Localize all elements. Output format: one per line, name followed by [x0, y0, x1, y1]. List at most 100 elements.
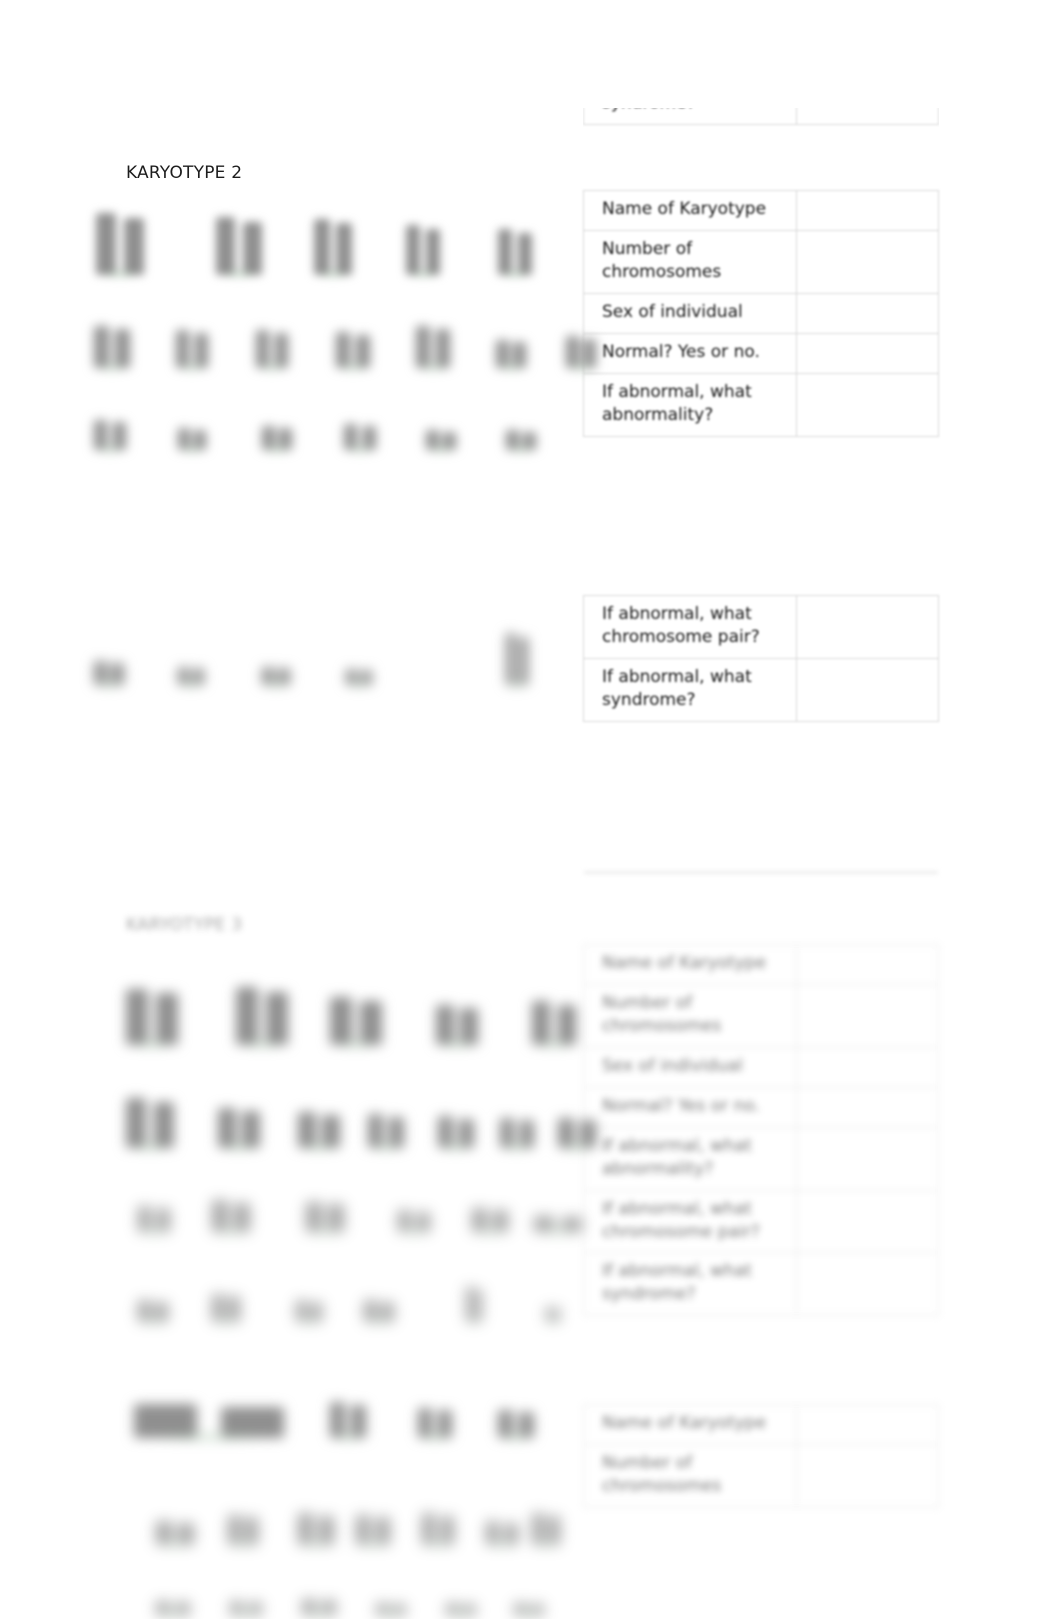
answer-cell-number-of-chromosomes[interactable]	[795, 983, 940, 1048]
chromosome-pair	[422, 1513, 454, 1549]
chromosome-stain-tint	[302, 1142, 336, 1152]
chromosome-pair	[296, 1300, 322, 1326]
table-row: syndrome?	[583, 108, 939, 125]
chromosome-stain-tint	[141, 1226, 167, 1236]
chromosome-pair	[306, 1202, 344, 1236]
table-row: Sex of individual	[583, 1046, 940, 1088]
chromatid-left	[330, 997, 352, 1045]
table-edge-rule	[584, 871, 938, 874]
chromosome-stain-tint	[141, 1316, 165, 1326]
table-row: Sex of individual	[583, 292, 940, 334]
question-label-normal: Normal? Yes or no.	[583, 332, 797, 374]
chromosome-stain-tint	[222, 1142, 256, 1152]
chromosome-stain-tint	[309, 1226, 341, 1236]
chromosome-pair	[532, 1513, 560, 1549]
table-row: If abnormal, what syndrome?	[583, 657, 940, 722]
chromosome-stain-tint	[131, 1039, 173, 1049]
chromosome-stain-tint	[159, 1609, 187, 1619]
chromosome-stain-tint	[401, 1226, 427, 1236]
question-label-abnormality: If abnormal, what abnormality?	[583, 372, 797, 437]
answer-cell-name-of-karyotype[interactable]	[795, 190, 940, 231]
chromosome-row	[108, 1368, 598, 1442]
answer-cell-sex-of-individual[interactable]	[795, 1046, 940, 1088]
chromosome-pair	[376, 1603, 406, 1619]
chromosome-stain-tint	[517, 1609, 541, 1619]
chromatid-left	[126, 989, 148, 1045]
table-row: If abnormal, what abnormality?	[583, 1126, 940, 1191]
chromosome-pair	[298, 1112, 340, 1152]
chromosome-stain-tint	[298, 1316, 320, 1326]
worksheet-page: syndrome? KARYOTYPE 2 Name of Karyotype …	[0, 0, 1062, 1619]
chromosome-stain-tint	[421, 1432, 449, 1442]
chromosome-pair	[500, 1118, 534, 1152]
chromosome-pair	[486, 1521, 518, 1549]
table-row: Normal? Yes or no.	[583, 332, 940, 374]
chromosome-pair	[126, 1098, 174, 1152]
question-label-chromosome-pair: If abnormal, what chromosome pair?	[583, 1189, 797, 1254]
question-label-abnormality: If abnormal, what abnormality?	[583, 1126, 797, 1191]
chromosome-stain-tint	[440, 1039, 474, 1049]
answer-cell-name-of-karyotype[interactable]	[795, 944, 940, 985]
question-label-number-of-chromosomes: Number of chromosomes	[583, 983, 797, 1048]
table-karyotype-4: Name of Karyotype Number of chromosomes	[583, 1404, 940, 1508]
chromosome-stain-tint	[149, 1432, 269, 1442]
chromatid-left	[236, 987, 258, 1045]
question-label-syndrome: If abnormal, what syndrome?	[583, 1252, 797, 1317]
answer-cell-syndrome[interactable]	[795, 1252, 940, 1317]
chromosome-pair	[330, 997, 382, 1049]
chromosome-pair	[398, 1210, 430, 1236]
chromosome-pair	[356, 1515, 390, 1549]
chromosome-row	[108, 1252, 598, 1326]
table-row: Number of chromosomes	[583, 1443, 940, 1508]
chromosome-stain-tint	[379, 1609, 403, 1619]
chromosome-stain-tint	[367, 1316, 391, 1326]
question-label-chromosome-pair: If abnormal, what chromosome pair?	[583, 595, 797, 659]
answer-cell-number-of-chromosomes[interactable]	[795, 229, 940, 294]
chromosome-pair	[212, 1200, 250, 1236]
chromosome-stain-tint	[536, 1039, 572, 1049]
question-label: syndrome?	[583, 108, 797, 125]
chromosome-pair	[230, 1601, 262, 1619]
chromosome-pair	[472, 1208, 508, 1236]
chromosome-pair	[156, 1521, 194, 1549]
answer-cell-name-of-karyotype[interactable]	[795, 1404, 940, 1445]
chromosome-pair	[236, 987, 288, 1049]
chromatid-left	[126, 1098, 146, 1148]
question-label-syndrome: If abnormal, what syndrome?	[583, 657, 797, 722]
answer-cell[interactable]	[795, 108, 939, 125]
chromosome-stain-tint	[503, 1142, 531, 1152]
chromosome-pair	[534, 1216, 582, 1236]
answer-cell-normal[interactable]	[795, 1086, 940, 1128]
chromosome-pair	[218, 1108, 260, 1152]
chromosome-pair	[498, 1410, 534, 1442]
answer-cell-normal[interactable]	[795, 332, 940, 374]
chromosome-pair	[438, 1116, 474, 1152]
chromosome-stain-tint	[467, 1316, 481, 1326]
chromosome-stain-tint	[561, 1142, 593, 1152]
chromosome-stain-tint	[214, 1316, 238, 1326]
chromosome-pair	[514, 1603, 544, 1619]
answer-cell-chromosome-pair[interactable]	[795, 595, 940, 659]
answer-cell-syndrome[interactable]	[795, 657, 940, 722]
table-row: If abnormal, what syndrome?	[583, 1252, 940, 1317]
table-karyotype-2-lower: If abnormal, what chromosome pair? If ab…	[583, 595, 940, 722]
chromosome-pair	[212, 1294, 240, 1326]
answer-cell-number-of-chromosomes[interactable]	[795, 1443, 940, 1508]
chromosome-row	[108, 1078, 598, 1152]
question-label-sex-of-individual: Sex of individual	[583, 292, 797, 334]
answer-cell-abnormality[interactable]	[795, 372, 940, 437]
chromosome-pair	[302, 1599, 336, 1619]
answer-cell-abnormality[interactable]	[795, 1126, 940, 1191]
chromosome-pair	[330, 1402, 366, 1442]
chromosome-pair	[446, 1603, 476, 1619]
chromosome-pair	[466, 1286, 482, 1326]
chromosome-stain-tint	[449, 1609, 473, 1619]
table-row: If abnormal, what abnormality?	[583, 372, 940, 437]
answer-cell-sex-of-individual[interactable]	[795, 292, 940, 334]
chromosome-stain-tint	[371, 1142, 401, 1152]
question-label-number-of-chromosomes: Number of chromosomes	[583, 229, 797, 294]
answer-cell-chromosome-pair[interactable]	[795, 1189, 940, 1254]
chromosome-stain-tint	[215, 1226, 247, 1236]
chromosome-row	[108, 975, 598, 1049]
table-top-fragment: syndrome?	[583, 108, 939, 125]
